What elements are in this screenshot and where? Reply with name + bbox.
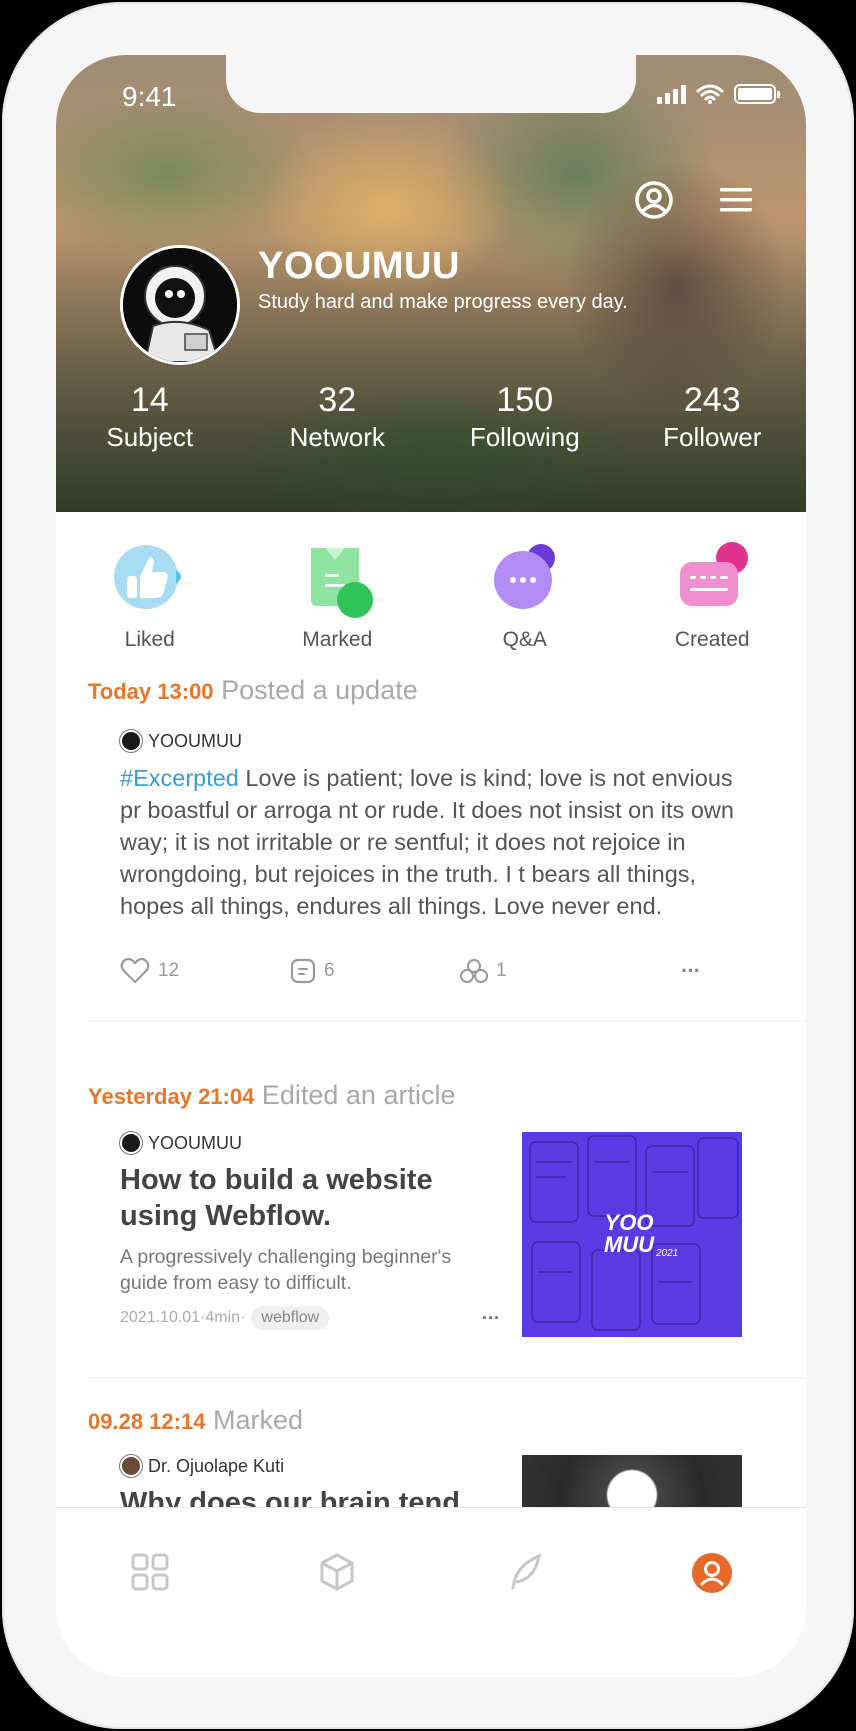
feather-icon xyxy=(511,1553,541,1590)
shortcut-row: Liked Marked Q&A Created xyxy=(56,540,806,652)
entry-action: Posted a update xyxy=(221,675,418,705)
author-row[interactable]: YOOUMUU xyxy=(120,730,242,752)
shortcut-created[interactable]: Created xyxy=(619,540,807,652)
status-time: 9:41 xyxy=(122,81,177,112)
shortcut-label: Marked xyxy=(302,628,373,651)
stat-label: Follower xyxy=(663,422,762,452)
more-options-icon[interactable]: ··· xyxy=(681,958,701,984)
entry-time: 09.28 12:14 xyxy=(88,1409,206,1434)
entry-action: Edited an article xyxy=(261,1080,456,1110)
thumbnail-year: 2021 xyxy=(656,1248,679,1259)
article-date-readtime: 2021.10.01·4min· xyxy=(120,1309,246,1326)
stat-value: 32 xyxy=(318,381,357,419)
keyboard-message-icon xyxy=(672,540,752,620)
wifi-icon xyxy=(696,84,724,104)
cube-icon xyxy=(320,1553,354,1591)
author-avatar xyxy=(120,1132,142,1154)
status-icons xyxy=(657,83,780,105)
divider xyxy=(88,1020,806,1021)
tab-create[interactable] xyxy=(431,1508,619,1677)
article-description: A progressively challenging beginner's g… xyxy=(120,1246,452,1294)
entry-header: Yesterday 21:04 Edited an article xyxy=(56,1080,455,1111)
share-count: 1 xyxy=(496,960,507,981)
menu-icon[interactable] xyxy=(716,180,756,220)
feed-entry-article: Yesterday 21:04 Edited an article YOOUMU… xyxy=(56,1080,806,1405)
entry-time: Yesterday 21:04 xyxy=(88,1084,255,1109)
stat-follower[interactable]: 243 Follower xyxy=(619,380,807,454)
comment-count: 6 xyxy=(324,960,335,981)
shortcut-label: Liked xyxy=(124,628,175,651)
author-row[interactable]: YOOUMUU xyxy=(120,1132,500,1154)
comment-icon xyxy=(290,958,316,984)
tab-home[interactable] xyxy=(56,1508,244,1677)
author-avatar xyxy=(120,1455,142,1477)
chat-bubble-icon xyxy=(485,540,565,620)
post-text[interactable]: #Excerpted Love is patient; love is kind… xyxy=(120,762,740,922)
stat-label: Following xyxy=(469,422,580,452)
feed-entry-marked: 09.28 12:14 Marked Dr. Ojuolape Kuti Why… xyxy=(56,1405,806,1515)
app-screen: 9:41 YOOUMUU Study hard and make progres… xyxy=(56,55,806,1677)
profile-bio: Study hard and make progress every day. xyxy=(258,291,628,313)
like-button[interactable]: 12 xyxy=(120,957,290,985)
author-avatar xyxy=(120,730,142,752)
heart-icon xyxy=(120,957,150,984)
article-title[interactable]: How to build a website using Webflow. xyxy=(120,1162,500,1234)
post-actions: 12 6 1 ··· xyxy=(120,957,701,985)
shortcut-label: Q&A xyxy=(502,628,547,651)
entry-header: Today 13:00 Posted a update xyxy=(56,675,418,706)
share-icon xyxy=(460,959,488,983)
shortcut-label: Created xyxy=(674,628,750,651)
profile-icon xyxy=(692,1553,733,1593)
article-content[interactable]: Dr. Ojuolape Kuti Why does our brain ten… xyxy=(120,1455,500,1515)
astronaut-avatar-image xyxy=(123,248,237,362)
stat-network[interactable]: 32 Network xyxy=(244,380,432,454)
article-thumbnail[interactable] xyxy=(522,1455,742,1515)
entry-action: Marked xyxy=(212,1405,303,1435)
author-name: Dr. Ojuolape Kuti xyxy=(148,1455,285,1476)
stat-subject[interactable]: 14 Subject xyxy=(56,380,244,454)
author-name: YOOUMUU xyxy=(148,1132,242,1153)
bookmark-icon xyxy=(297,540,377,620)
shortcut-marked[interactable]: Marked xyxy=(244,540,432,652)
like-count: 12 xyxy=(158,960,180,981)
divider xyxy=(88,1377,806,1378)
grid-icon xyxy=(131,1553,169,1591)
profile-name: YOOUMUU xyxy=(258,245,460,287)
stat-value: 243 xyxy=(683,381,741,419)
comment-button[interactable]: 6 xyxy=(290,958,460,984)
header-actions xyxy=(634,180,756,220)
shortcut-liked[interactable]: Liked xyxy=(56,540,244,652)
stat-value: 150 xyxy=(496,381,554,419)
feed-entry-post: Today 13:00 Posted a update YOOUMUU #Exc… xyxy=(56,675,806,1080)
entry-header: 09.28 12:14 Marked xyxy=(56,1405,303,1436)
battery-icon xyxy=(734,84,780,104)
entry-time: Today 13:00 xyxy=(88,679,214,704)
phone-notch xyxy=(226,55,636,113)
signal-icon xyxy=(657,84,686,104)
article-meta: 2021.10.01·4min· webflow ··· xyxy=(120,1306,500,1330)
author-name: YOOUMUU xyxy=(148,730,242,751)
tab-profile[interactable] xyxy=(619,1508,807,1677)
account-icon[interactable] xyxy=(634,180,674,220)
profile-avatar[interactable] xyxy=(120,245,240,365)
tab-explore[interactable] xyxy=(244,1508,432,1677)
shortcut-qa[interactable]: Q&A xyxy=(431,540,619,652)
hashtag-link[interactable]: #Excerpted xyxy=(120,765,239,791)
stat-label: Network xyxy=(289,422,385,452)
more-options-icon[interactable]: ··· xyxy=(482,1308,500,1329)
thumbs-up-icon xyxy=(110,540,190,620)
profile-stats: 14 Subject 32 Network 150 Following 243 … xyxy=(56,380,806,454)
phone-frame: 9:41 YOOUMUU Study hard and make progres… xyxy=(2,2,854,1729)
author-row[interactable]: Dr. Ojuolape Kuti xyxy=(120,1455,500,1477)
article-content[interactable]: YOOUMUU How to build a website using Web… xyxy=(120,1132,500,1330)
stat-following[interactable]: 150 Following xyxy=(431,380,619,454)
article-thumbnail[interactable]: YOO MUU 2021 xyxy=(522,1132,742,1337)
share-button[interactable]: 1 xyxy=(460,958,660,984)
stat-label: Subject xyxy=(106,422,194,452)
bottom-tab-bar xyxy=(56,1507,806,1677)
article-tag[interactable]: webflow xyxy=(251,1306,330,1330)
stat-value: 14 xyxy=(130,381,169,419)
